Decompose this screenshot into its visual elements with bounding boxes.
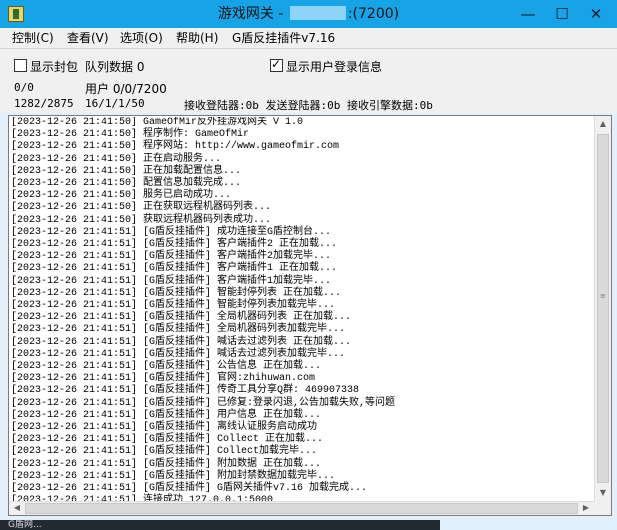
vertical-scrollbar[interactable]: ▲ ≡ ▼ [594,116,611,501]
taskbar-label[interactable]: G盾网... [8,520,42,530]
log-line: [2023-12-26 21:41:51] [G盾反挂插件] 客户端插件1加载完… [11,275,332,287]
log-line: [2023-12-26 21:41:50] 正在启动服务... [11,153,222,165]
menu-options[interactable]: 选项(O) [114,28,169,48]
user-count: 用户 0/0/7200 [85,82,167,96]
log-line: [2023-12-26 21:41:51] [G盾反挂插件] 成功连接至G盾控制… [11,226,332,238]
log-line: [2023-12-26 21:41:51] [G盾反挂插件] 喊话去过滤列表 正… [11,336,352,348]
horizontal-scroll-thumb[interactable] [25,503,578,514]
scroll-down-icon[interactable]: ▼ [595,485,611,501]
queue-data-label: 队列数据 0 [85,60,145,74]
log-line: [2023-12-26 21:41:51] [G盾反挂插件] 智能封停列表加载完… [11,300,336,312]
title-prefix: 游戏网关 - [217,6,288,22]
log-line: [2023-12-26 21:41:51] [G盾反挂插件] 智能封停列表 正在… [11,287,342,299]
log-line: [2023-12-26 21:41:50] 程序制作: GameOfMir [11,129,250,141]
redacted-server-name [289,6,346,20]
log-line: [2023-12-26 21:41:50] GameOfMir反外挂游戏网关 V… [11,117,304,128]
log-line: [2023-12-26 21:41:51] [G盾反挂插件] 传奇工具分享Q群:… [11,385,360,397]
title-suffix: :(7200) [347,6,400,22]
log-line: [2023-12-26 21:41:51] [G盾反挂插件] G盾网关插件v7.… [11,483,368,495]
taskbar-strip [0,520,440,530]
log-line: [2023-12-26 21:41:51] [G盾反挂插件] 全局机器码列表加载… [11,324,346,336]
thread-stat: 16/1/1/50 [85,97,145,110]
log-line: [2023-12-26 21:41:51] [G盾反挂插件] Collect 正… [11,434,324,446]
show-packets-label[interactable]: 显示封包 [30,58,78,75]
log-line: [2023-12-26 21:41:50] 服务已启动成功... [11,190,232,202]
status-panel: 显示封包 队列数据 0 显示用户登录信息 0/0 用户 0/0/7200 128… [0,49,617,113]
maximize-button[interactable]: ☐ [546,0,578,28]
traffic-stats: 接收登陆器:0b 发送登陆器:0b 接收引擎数据:0b [184,99,433,112]
show-login-info-checkbox[interactable] [270,57,283,72]
log-line: [2023-12-26 21:41:50] 正在获取远程机器码列表... [11,202,272,214]
title-bar[interactable]: 游戏网关 - :(7200) — ☐ ✕ [0,0,617,28]
menu-control[interactable]: 控制(C) [6,28,60,48]
log-line: [2023-12-26 21:41:51] [G盾反挂插件] 公告信息 正在加载… [11,361,322,373]
log-line: [2023-12-26 21:41:51] [G盾反挂插件] 客户端插件1 正在… [11,263,338,275]
log-line: [2023-12-26 21:41:51] [G盾反挂插件] 客户端插件2 正在… [11,239,338,251]
scroll-up-icon[interactable]: ▲ [595,116,611,132]
menu-gdun-plugin[interactable]: G盾反挂插件v7.16 [226,28,341,48]
log-line: [2023-12-26 21:41:50] 程序网站: http://www.g… [11,141,340,153]
log-line: [2023-12-26 21:41:51] [G盾反挂插件] 官网:zhihuw… [11,373,316,385]
vertical-scroll-thumb[interactable]: ≡ [597,134,609,483]
scroll-left-icon[interactable]: ◀ [9,500,25,516]
horizontal-scrollbar[interactable]: ◀ ▶ [9,501,594,515]
log-line: [2023-12-26 21:41:51] [G盾反挂插件] Collect加载… [11,446,318,458]
log-line: [2023-12-26 21:41:51] [G盾反挂插件] 离线认证服务启动成… [11,422,318,434]
gateway-window: 游戏网关 - :(7200) — ☐ ✕ 控制(C) 查看(V) 选项(O) 帮… [0,0,617,530]
show-packets-checkbox[interactable] [14,59,27,72]
log-line: [2023-12-26 21:41:51] [G盾反挂插件] 附加封禁数据加载完… [11,470,336,482]
scrollbar-corner [594,501,611,515]
log-lines: [2023-12-26 21:41:50] GameOfMir反外挂游戏网关 V… [11,117,594,502]
log-line: [2023-12-26 21:41:51] [G盾反挂插件] 用户信息 正在加载… [11,409,322,421]
log-line: [2023-12-26 21:41:50] 正在加载配置信息... [11,165,242,177]
log-line: [2023-12-26 21:41:51] [G盾反挂插件] 客户端插件2加载完… [11,251,332,263]
log-line: [2023-12-26 21:41:51] [G盾反挂插件] 喊话去过滤列表加载… [11,348,346,360]
log-line: [2023-12-26 21:41:50] 配置信息加载完成... [11,178,242,190]
menu-bar: 控制(C) 查看(V) 选项(O) 帮助(H) G盾反挂插件v7.16 [0,28,617,49]
menu-view[interactable]: 查看(V) [61,28,115,48]
log-line: [2023-12-26 21:41:51] [G盾反挂插件] 全局机器码列表 正… [11,312,352,324]
log-line: [2023-12-26 21:41:51] [G盾反挂插件] 已修复:登录闪退,… [11,397,396,409]
memory-stat: 1282/2875 [14,97,74,110]
connection-count: 0/0 [14,81,34,94]
log-line: [2023-12-26 21:41:50] 获取远程机器码列表成功... [11,214,272,226]
minimize-button[interactable]: — [512,0,544,28]
log-line: [2023-12-26 21:41:51] [G盾反挂插件] 附加数据 正在加载… [11,458,322,470]
close-button[interactable]: ✕ [580,0,612,28]
menu-help[interactable]: 帮助(H) [170,28,224,48]
log-textarea[interactable]: [2023-12-26 21:41:50] GameOfMir反外挂游戏网关 V… [8,115,612,516]
grip-icon: ≡ [600,292,606,300]
show-login-info-label[interactable]: 显示用户登录信息 [286,58,382,75]
scroll-right-icon[interactable]: ▶ [578,500,594,516]
